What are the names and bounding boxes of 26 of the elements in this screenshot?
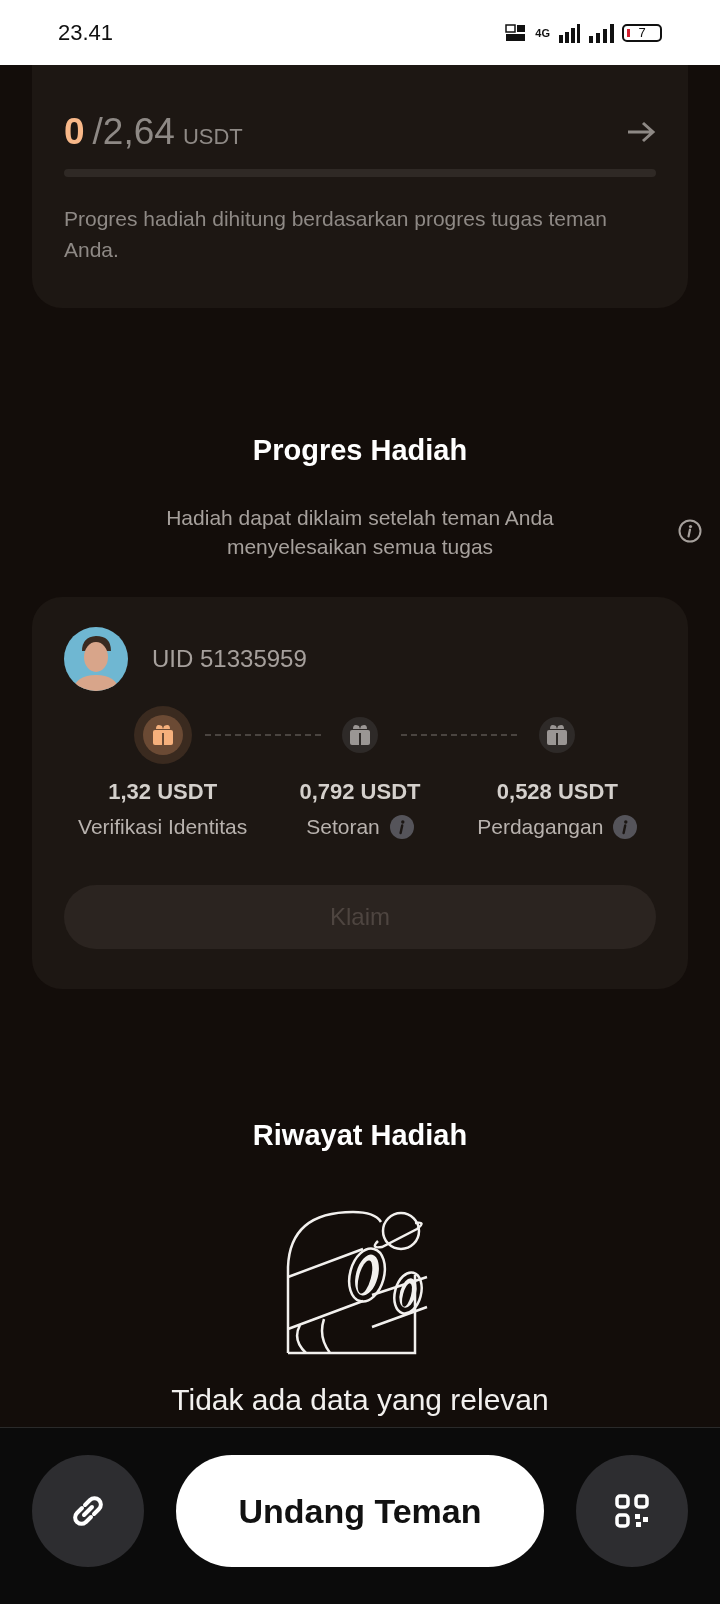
progress-note: Progres hadiah dihitung berdasarkan progres tugas teman Anda. [64, 206, 608, 263]
earned-amount: 0 [64, 111, 85, 153]
task-label: Perdagangan [477, 815, 604, 839]
arrow-right-icon[interactable] [626, 121, 656, 143]
task-label: Setoran [306, 815, 380, 839]
empty-state-text: Tidak ada data yang relevan [170, 1383, 550, 1417]
qr-code-icon [614, 1493, 650, 1529]
link-icon [70, 1493, 106, 1529]
task-label: Verifikasi Identitas [78, 815, 248, 839]
network-label: 4G [535, 26, 550, 39]
reward-amount: 0,528 USDT [496, 779, 618, 805]
invite-friends-button[interactable]: Undang Teman [176, 1455, 544, 1567]
signal-icon [558, 22, 580, 43]
section-subtitle: Hadiah dapat diklaim setelah teman Anda menyelesaikan semua tugas [165, 505, 555, 560]
friend-uid: UID 51335959 [152, 645, 307, 673]
reward-amount: 1,32 USDT [108, 779, 218, 805]
signal-icon [588, 22, 614, 43]
section-title: Riwayat Hadiah [251, 1119, 469, 1152]
volte-icon [505, 22, 528, 43]
info-icon[interactable] [678, 519, 702, 543]
clock: 23.41 [58, 19, 114, 46]
section-title: Progres Hadiah [251, 434, 469, 467]
reward-amount: 0,792 USDT [299, 779, 421, 805]
battery-icon: 7 [622, 23, 662, 42]
currency-label: USDT [182, 124, 243, 150]
total-amount: /2,64 [92, 111, 175, 153]
